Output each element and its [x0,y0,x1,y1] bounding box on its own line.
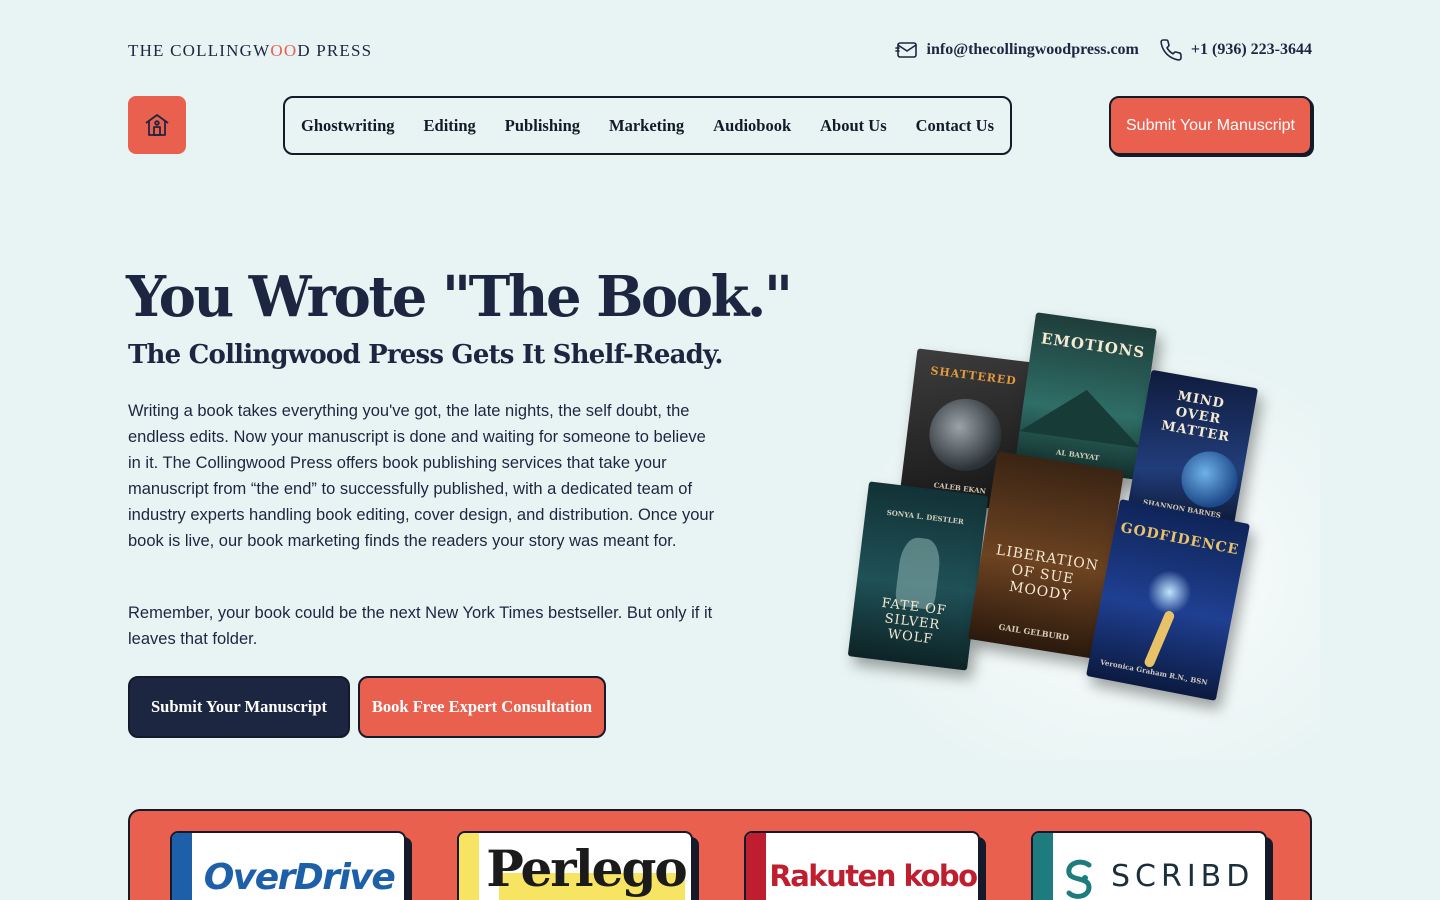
nav-contact-us[interactable]: Contact Us [916,116,994,136]
book-fate-of-silver-wolf: SONYA L. DESTLER FATE OF SILVER WOLF [847,481,989,671]
partner-card-overdrive[interactable]: OverDrive [170,831,406,900]
hero-paragraph-1: Writing a book takes everything you've g… [128,402,715,550]
partner-card-rakuten-kobo[interactable]: Rakuten kobo [744,831,980,900]
scribd-logo: SCRIBD [1111,859,1255,894]
nav-editing[interactable]: Editing [424,116,476,136]
book-consultation-button[interactable]: Book Free Expert Consultation [358,676,606,738]
overdrive-logo: OverDrive [203,857,396,898]
nav-marketing[interactable]: Marketing [609,116,684,136]
hero-paragraph-2: Remember, your book could be the next Ne… [128,604,713,648]
partner-card-perlego[interactable]: Perlego [457,831,693,900]
top-bar: THE COLLINGWOOD PRESS info@thecollingwoo… [128,38,1312,64]
phone-link[interactable]: +1 (936) 223-3644 [1159,38,1312,62]
hero-title: You Wrote "The Book." [126,264,793,330]
partner-card-scribd[interactable]: SCRIBD [1031,831,1267,900]
card-stripe [1033,833,1053,900]
nav-ghostwriting[interactable]: Ghostwriting [301,116,395,136]
scribd-icon [1066,859,1092,899]
hero-subtitle: The Collingwood Press Gets It Shelf-Read… [128,340,723,370]
card-stripe [746,833,766,900]
email-link[interactable]: info@thecollingwoodpress.com [894,38,1139,62]
card-stripe [172,833,192,900]
main-navigation: Ghostwriting Editing Publishing Marketin… [283,96,1012,155]
mail-icon [894,42,917,58]
site-logo[interactable]: THE COLLINGWOOD PRESS [128,41,372,61]
submit-manuscript-nav-button[interactable]: Submit Your Manuscript [1109,96,1312,155]
nav-publishing[interactable]: Publishing [505,116,580,136]
submit-manuscript-button[interactable]: Submit Your Manuscript [128,676,350,738]
nav-about-us[interactable]: About Us [820,116,886,136]
nav-audiobook[interactable]: Audiobook [713,116,791,136]
partner-logos-strip: OverDrive Perlego Rakuten kobo SCRIBD [128,809,1312,900]
card-stripe [459,833,479,900]
email-text: info@thecollingwoodpress.com [926,41,1139,58]
phone-text: +1 (936) 223-3644 [1190,41,1312,58]
home-icon [145,114,169,136]
home-button[interactable] [128,96,186,154]
rakuten-kobo-logo: Rakuten kobo [769,859,978,893]
phone-icon [1160,39,1182,61]
book-covers-illustration: SHATTERED CALEB EKAN EMOTIONS AL BAYYAT … [820,300,1320,760]
contact-info: info@thecollingwoodpress.com +1 (936) 22… [894,38,1312,62]
perlego-logo: Perlego [486,839,688,898]
